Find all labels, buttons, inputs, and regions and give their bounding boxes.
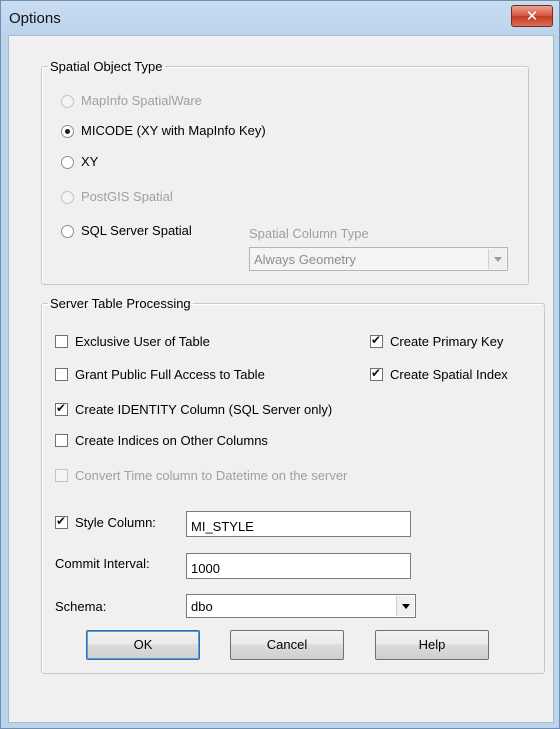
commit-interval-label: Commit Interval: <box>55 556 150 571</box>
ok-button[interactable]: OK <box>86 630 200 660</box>
server-table-processing-legend: Server Table Processing <box>50 296 191 311</box>
spatial-column-type-label: Spatial Column Type <box>249 226 369 241</box>
radio-label: MICODE (XY with MapInfo Key) <box>81 123 266 138</box>
title-bar[interactable]: Options ✕ <box>1 1 559 35</box>
checkbox-label: Create IDENTITY Column (SQL Server only) <box>75 402 333 417</box>
commit-interval-input[interactable] <box>186 553 411 579</box>
radio-circle <box>61 225 74 238</box>
checkbox-box <box>55 368 68 381</box>
radio-label: MapInfo SpatialWare <box>81 93 202 108</box>
checkbox-label: Convert Time column to Datetime on the s… <box>75 468 348 483</box>
spatial-column-type-select[interactable]: Always Geometry <box>249 247 508 271</box>
checkbox-label: Create Primary Key <box>390 334 504 349</box>
radio-circle <box>61 156 74 169</box>
checkbox-box <box>55 469 68 482</box>
chevron-down-icon <box>396 596 414 616</box>
close-button[interactable]: ✕ <box>511 5 553 27</box>
checkbox-label: Create Spatial Index <box>390 367 508 382</box>
checkbox-box <box>55 335 68 348</box>
checkbox-label: Style Column: <box>75 515 156 530</box>
spatial-column-type-value: Always Geometry <box>254 252 356 267</box>
checkbox-box-checked <box>55 514 68 529</box>
checkbox-box-checked <box>55 401 68 416</box>
schema-select[interactable]: dbo <box>186 594 416 618</box>
checkbox-label: Create Indices on Other Columns <box>75 433 268 448</box>
radio-label: XY <box>81 154 99 169</box>
checkbox-label: Grant Public Full Access to Table <box>75 367 265 382</box>
checkbox-box-checked <box>370 333 383 348</box>
close-icon: ✕ <box>525 8 539 25</box>
schema-value: dbo <box>191 599 213 614</box>
radio-circle <box>61 191 74 204</box>
options-dialog: Options ✕ Spatial Object Type MapInfo Sp… <box>0 0 560 729</box>
dialog-title: Options <box>9 10 61 27</box>
checkbox-label: Exclusive User of Table <box>75 334 210 349</box>
radio-label: SQL Server Spatial <box>81 223 192 238</box>
radio-label: PostGIS Spatial <box>81 189 173 204</box>
radio-circle <box>61 95 74 108</box>
checkbox-box-checked <box>370 366 383 381</box>
help-button[interactable]: Help <box>375 630 489 660</box>
style-column-input[interactable] <box>186 511 411 537</box>
cancel-button[interactable]: Cancel <box>230 630 344 660</box>
chevron-down-icon <box>488 249 506 269</box>
radio-circle-selected <box>61 125 74 138</box>
checkbox-box <box>55 434 68 447</box>
dialog-client-area: Spatial Object Type MapInfo SpatialWare … <box>8 35 554 723</box>
schema-label: Schema: <box>55 599 107 614</box>
spatial-object-type-legend: Spatial Object Type <box>50 59 163 74</box>
